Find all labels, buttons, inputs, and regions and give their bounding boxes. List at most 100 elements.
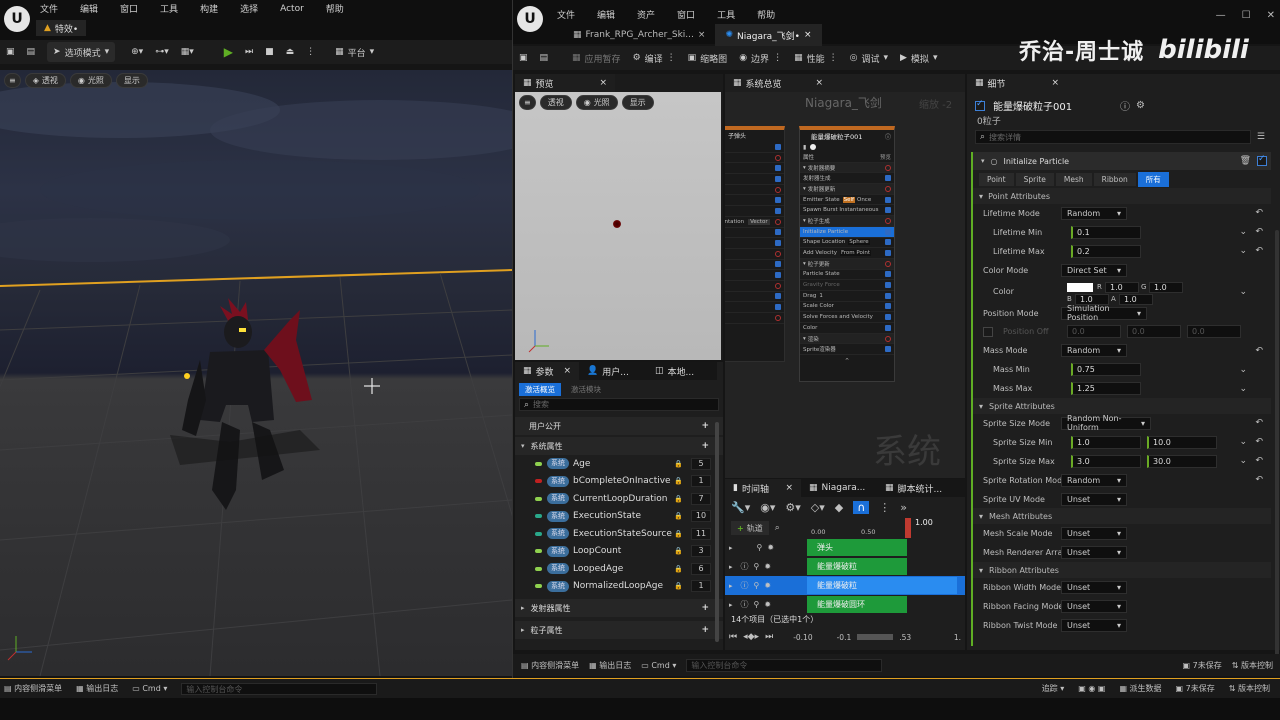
node-row[interactable]: Gravity Force [800,280,894,291]
unreal-logo-icon[interactable]: U [4,6,30,32]
section-point-attributes[interactable]: ▾ Point Attributes [973,188,1271,204]
overview-graph[interactable]: Niagara_飞剑 缩放 -2 系统 子弹头 OrientationVecto… [725,92,965,478]
property-y[interactable]: 10.0 [1147,435,1217,449]
track-bar[interactable]: 能量爆破粒 [807,558,907,575]
viewport-menu-icon[interactable]: ≡ [519,95,536,110]
eye-icon[interactable]: ◉▾ [760,501,775,514]
node-row-check[interactable] [775,272,781,279]
pin-icon[interactable]: ⚲ [754,562,760,571]
node-row-check[interactable] [885,282,891,289]
property-dropdown[interactable]: Random Non-Uniform ▾ [1061,414,1151,432]
node-row-check[interactable] [885,324,891,331]
track-bar[interactable]: 能量爆破粒 [807,577,957,594]
node-row-check[interactable] [885,207,891,214]
perspective-button[interactable]: ◈ 透视 [24,73,66,88]
subtab-active-overview[interactable]: 激活概览 [519,382,561,396]
expand-icon[interactable]: ▾ [981,157,985,165]
property-dropdown[interactable]: Random ▾ [1061,473,1127,487]
subtab-active-modules[interactable]: 激活模块 [561,383,611,396]
node-row[interactable]: Scale Color [800,302,894,313]
filter-point[interactable]: Point [979,172,1014,186]
node-row-check[interactable] [775,250,781,257]
key-icon[interactable]: ◆ [835,501,843,514]
pin-icon[interactable]: ⚲ [757,543,763,552]
close-icon[interactable]: × [1051,78,1059,88]
emitter-node-energy[interactable]: 能量爆破粒子001 ⓘ ▮ 属性 预览 ▾ 发射器摘要 发射器生成 ▾ 发射器更新 Emitt… [799,126,895,382]
menu-edit[interactable]: 编辑 [597,8,615,21]
chevron-down-icon[interactable]: ⌄ [1239,365,1247,375]
param-row[interactable]: 系统 Age 🔒 5 [535,455,711,473]
property-number[interactable]: 0.2 [1071,244,1141,258]
magnet-icon[interactable]: ∩ [853,500,870,514]
info-icon[interactable]: ⓘ [741,599,749,610]
offset-z[interactable]: 0.0 [1187,325,1241,339]
filter-icon[interactable]: ⌕ [775,523,780,533]
section-header[interactable]: ▾ Mesh Attributes [973,508,1271,525]
range-scrollbar[interactable] [857,634,894,640]
property-dropdown[interactable]: Unset ▾ [1061,546,1127,560]
node-row-check[interactable] [775,154,781,161]
cinematics-icon[interactable]: ▦▾ [175,42,200,62]
trace-button[interactable]: 追踪 ▾ [1042,683,1065,694]
node-row-check[interactable] [775,218,781,225]
cmd-input[interactable]: 输入控制台命令 [181,682,378,695]
emitter-node-bullet[interactable]: 子弹头 OrientationVector [725,126,785,362]
close-icon[interactable]: × [804,30,812,40]
script-stats-tab[interactable]: ▦ 脚本统计... [877,479,965,497]
maximize-icon[interactable]: ☐ [1242,10,1251,21]
jump-start-icon[interactable]: ⏮ [729,632,737,642]
track-bar[interactable]: 能量爆破圆环 [807,596,907,613]
node-row-check[interactable] [885,292,891,299]
chevron-down-icon[interactable]: ⌄ [1239,437,1247,447]
param-row[interactable]: 系统 LoopedAge 🔒 6 [535,560,711,578]
node-row-check[interactable] [885,271,891,278]
playhead[interactable] [905,518,911,538]
node-row[interactable]: Solve Forces and Velocity [800,312,894,323]
output-log-button[interactable]: ▦ 输出日志 [76,683,118,694]
node-row-check[interactable] [775,207,781,214]
more-icon[interactable]: ⋮ [300,42,321,62]
reset-icon[interactable]: ↶ [1255,437,1263,447]
unsaved-button[interactable]: ▣ 7未保存 [1176,683,1215,694]
keyframe-icon[interactable]: ◇▾ [811,501,825,514]
property-y[interactable]: 30.0 [1147,454,1217,468]
menu-tools[interactable]: 工具 [717,8,735,21]
derived-data-button[interactable]: ▦ 派生数据 [1119,683,1161,694]
node-row-check[interactable] [885,250,891,257]
particle-attrs-row[interactable]: ▸ 粒子属性 + [515,621,723,639]
system-attrs-row[interactable]: ▾ 系统属性 + [515,437,723,455]
wrench-icon[interactable]: 🔧▾ [731,501,750,514]
node-row-check[interactable] [885,239,891,246]
info-icon[interactable]: ⓘ [1120,98,1130,113]
record-icons[interactable]: ▣ ◉ ▣ [1078,684,1105,693]
apply-button[interactable]: ▦ 应用暂存 [566,48,627,68]
menu-build[interactable]: 构建 [200,2,218,15]
node-row-check[interactable] [775,143,781,150]
node-row-check[interactable] [885,346,891,353]
reset-icon[interactable]: ↶ [1255,208,1263,218]
property-dropdown[interactable]: Unset ▾ [1061,600,1127,614]
details-scrollbar[interactable] [1275,230,1279,660]
menu-file[interactable]: 文件 [557,8,575,21]
pin-icon[interactable]: ⚲ [754,600,760,609]
close-icon[interactable]: × [563,366,571,376]
node-row[interactable] [725,302,784,313]
chevron-down-icon[interactable]: ⌄ [1239,456,1247,466]
reset-icon[interactable]: ↶ [1255,418,1263,428]
node-row[interactable]: Particle State [800,270,894,281]
asset-tab-frank[interactable]: ▦ Frank_RPG_Archer_Ski... × [563,24,715,46]
timeline-track[interactable]: ▸ ⚲ ✹ 弹头 [725,538,965,557]
property-number[interactable]: 0.75 [1071,363,1141,377]
level-tab[interactable]: ▲ 特效• [36,20,87,36]
node-row[interactable]: OrientationVector [725,217,784,228]
chevron-down-icon[interactable]: ⌄ [1239,227,1247,237]
lit-button[interactable]: ◉ 光照 [575,95,618,110]
local-tab[interactable]: ◫ 本地... [647,362,717,380]
spark-icon[interactable]: ✹ [767,543,774,552]
node-row-check[interactable] [775,261,781,268]
range-far[interactable]: 1. [954,633,961,642]
content-icon[interactable]: ▤ [21,42,42,62]
section-header[interactable]: ▾ Sprite Attributes [973,398,1271,415]
reset-icon[interactable]: ↶ [1255,246,1263,256]
step-icon[interactable]: ⏭ [239,42,259,62]
